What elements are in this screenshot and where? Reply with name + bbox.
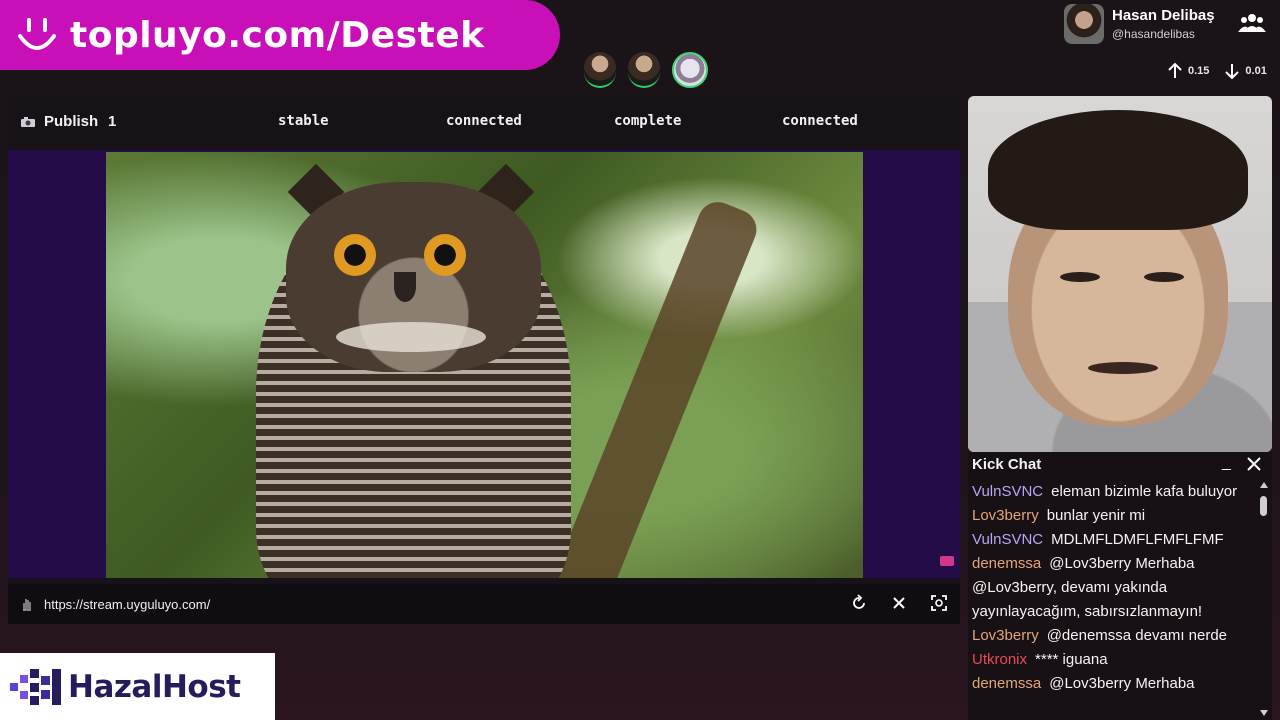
user-profile[interactable]: Hasan Delibaş @hasandelibas [1064, 4, 1215, 44]
scroll-down-icon[interactable] [1260, 710, 1268, 716]
camera-icon [21, 116, 35, 127]
hand-icon [23, 599, 31, 611]
arrow-up-icon [1168, 62, 1182, 78]
publish-count: 1 [108, 113, 117, 130]
chat-message: denemssa @Lov3berry Merhaba [972, 672, 1254, 696]
publish-label[interactable]: Publish [20, 113, 98, 130]
chat-message: Lov3berry bunlar yenir mi [972, 504, 1254, 528]
chat-text: @Lov3berry Merhaba [1049, 675, 1195, 692]
url-bar: https://stream.uyguluyo.com/ [8, 584, 960, 624]
viewer-avatar[interactable] [672, 52, 708, 88]
avatar [1064, 4, 1104, 44]
download-rate: 0.01 [1245, 65, 1267, 77]
webcam-feed [968, 96, 1272, 452]
chat-text: **** iguana [1035, 651, 1108, 668]
chat-text: MDLMFLDMFLFMFLFMF [1051, 531, 1224, 548]
chat-text: eleman bizimle kafa buluyor [1051, 483, 1238, 500]
chat-username[interactable]: VulnSVNC [972, 531, 1043, 548]
close-icon[interactable] [1246, 456, 1262, 472]
chat-username[interactable]: denemssa [972, 555, 1041, 572]
chat-messages: VulnSVNC eleman bizimle kafa buluyor Lov3b… [972, 480, 1254, 696]
viewer-avatar[interactable] [584, 52, 616, 88]
chat-title: Kick Chat [972, 456, 1042, 473]
close-icon[interactable] [890, 594, 908, 612]
group-icon[interactable] [1238, 12, 1266, 34]
smiley-icon [18, 18, 56, 50]
banner-url: topluyo.com/Destek [70, 14, 485, 56]
status-ice: connected [782, 113, 858, 129]
sponsor-logo: HazalHost [0, 653, 275, 720]
upload-rate: 0.15 [1188, 65, 1210, 77]
promo-banner: topluyo.com/Destek [0, 0, 560, 70]
arrow-down-icon [1225, 64, 1240, 80]
chat-scrollbar[interactable] [1258, 482, 1268, 716]
viewer-avatars [584, 52, 708, 88]
status-connection: connected [446, 113, 522, 129]
viewer-avatar[interactable] [628, 52, 660, 88]
chat-panel: Kick Chat _ VulnSVNC eleman bizimle kafa … [968, 452, 1272, 720]
sponsor-name: HazalHost [68, 668, 241, 705]
scroll-up-icon[interactable] [1260, 482, 1268, 488]
status-bar: Publish 1 stable connected complete conn… [8, 96, 960, 148]
shared-video[interactable] [106, 152, 863, 578]
profile-name: Hasan Delibaş [1112, 7, 1215, 24]
stream-url[interactable]: https://stream.uyguluyo.com/ [44, 597, 210, 612]
chat-username[interactable]: Lov3berry [972, 627, 1039, 644]
bandwidth-rates: 0.15 0.01 [1166, 62, 1267, 80]
status-stream: stable [278, 113, 329, 129]
refresh-icon[interactable] [850, 594, 868, 612]
chat-username[interactable]: Lov3berry [972, 507, 1039, 524]
chat-message: Utkronix **** iguana [972, 648, 1254, 672]
chat-username[interactable]: Utkronix [972, 651, 1027, 668]
chat-message: Lov3berry @denemssa devamı nerde [972, 624, 1254, 648]
watermark-icon [940, 556, 954, 566]
chat-username[interactable]: denemssa [972, 675, 1041, 692]
chat-text: bunlar yenir mi [1046, 507, 1146, 524]
scroll-thumb[interactable] [1260, 496, 1267, 516]
profile-handle: @hasandelibas [1112, 27, 1195, 41]
chat-message: denemssa @Lov3berry Merhaba @Lov3berry, d… [972, 552, 1254, 624]
screenshot-icon[interactable] [930, 594, 948, 612]
hazalhost-logo-icon [10, 668, 61, 705]
status-gathering: complete [614, 113, 682, 129]
chat-text: @denemssa devamı nerde [1046, 627, 1228, 644]
minimize-button[interactable]: _ [1222, 454, 1231, 472]
chat-message: VulnSVNC MDLMFLDMFLFMFLFMF [972, 528, 1254, 552]
chat-message: VulnSVNC eleman bizimle kafa buluyor [972, 480, 1254, 504]
chat-username[interactable]: VulnSVNC [972, 483, 1043, 500]
